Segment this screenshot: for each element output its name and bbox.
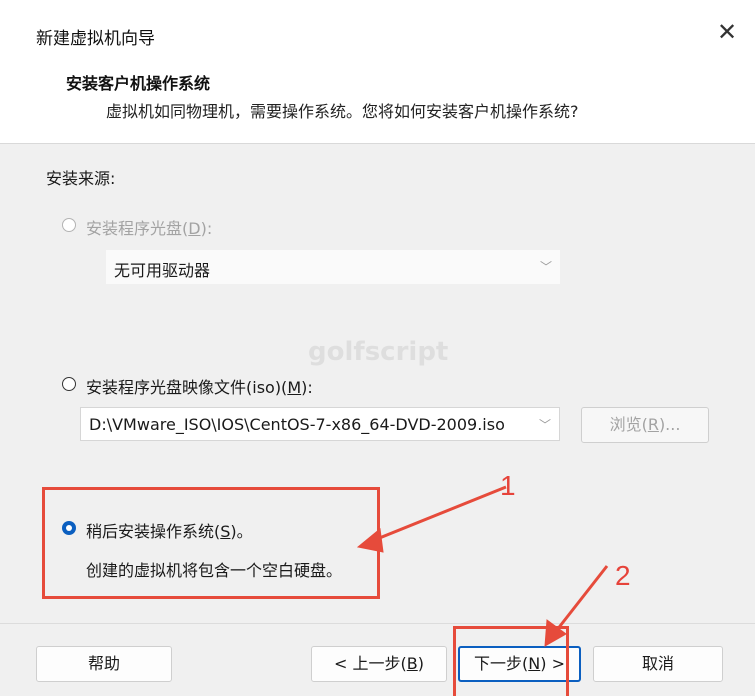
annotation-arrowhead-1 bbox=[356, 528, 384, 553]
annotation-arrows bbox=[356, 485, 609, 647]
annotation-label-2: 2 bbox=[615, 560, 631, 591]
annotation-arrow-2 bbox=[551, 565, 609, 636]
annotation-arrow-1 bbox=[371, 485, 507, 543]
annotation-label-1: 1 bbox=[500, 470, 516, 501]
